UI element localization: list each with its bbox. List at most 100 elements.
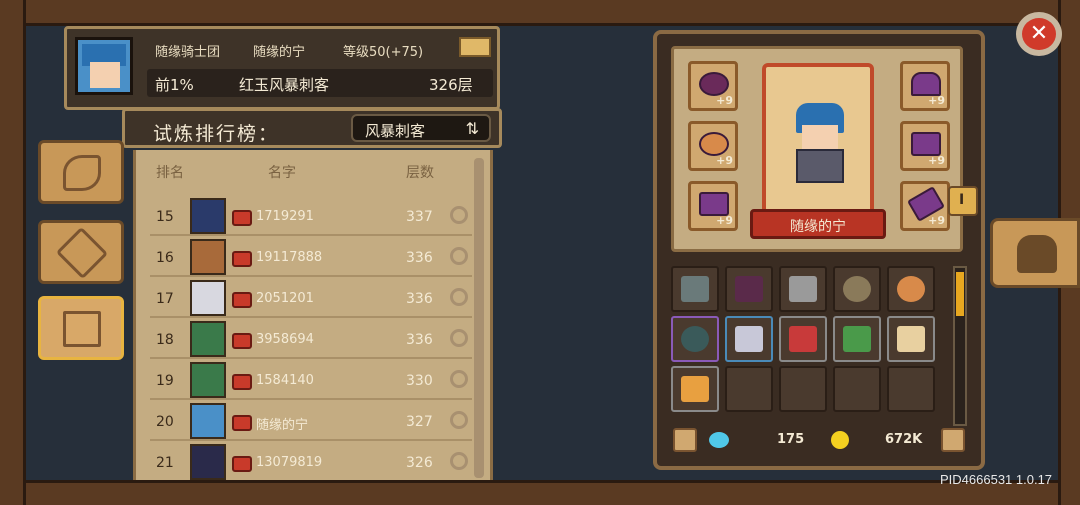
bag-slot-empty[interactable] (887, 366, 935, 412)
bag-slot[interactable] (887, 266, 935, 312)
bag-scrollbar[interactable] (953, 266, 967, 426)
equip-slot-ring[interactable]: +9 (688, 121, 738, 171)
row-floor: 327 (406, 414, 433, 430)
trophy-icon[interactable] (459, 37, 491, 57)
row-name: 13079819 (256, 455, 323, 470)
slot-bonus: +9 (928, 94, 945, 107)
ranking-title: 试炼排行榜： (153, 123, 280, 145)
magnifier-icon[interactable] (450, 329, 468, 347)
bag-slot[interactable] (671, 266, 719, 312)
player-floor: 326层 (429, 76, 473, 94)
gem-count: 175 (777, 432, 805, 447)
magnifier-icon[interactable] (450, 288, 468, 306)
row-name: 1584140 (256, 373, 314, 388)
player-level: 等级50(+75) (343, 45, 424, 60)
ranking-list[interactable]: 排名 名字 层数 15 1719291 337 16 19117888 336 … (133, 150, 493, 480)
orb-icon (681, 326, 709, 352)
slot-bonus: +9 (716, 154, 733, 167)
row-floor: 336 (406, 291, 433, 307)
equip-slot-weapon[interactable]: +9 (900, 181, 950, 231)
bag-slot[interactable] (779, 266, 827, 312)
equip-slot-hat[interactable]: +9 (900, 61, 950, 111)
row-name: 2051201 (256, 291, 314, 306)
player-card: 随缘骑士团 随缘的宁 等级50(+75) 前1% 红玉风暴刺客 326层 (64, 26, 500, 110)
gift-icon (232, 456, 252, 472)
table-row[interactable]: 15 1719291 337 (150, 196, 472, 236)
row-floor: 337 (406, 209, 433, 225)
table-row[interactable]: 16 19117888 336 (150, 237, 472, 277)
game-screen: 随缘骑士团 随缘的宁 等级50(+75) 前1% 红玉风暴刺客 326层 试炼排… (0, 0, 1080, 505)
row-name: 19117888 (256, 250, 323, 265)
equipment-set-tab[interactable]: I (948, 186, 978, 216)
bag-slot[interactable] (779, 316, 827, 362)
ring-icon (699, 132, 729, 156)
ring-icon (897, 276, 925, 302)
bag-slot[interactable] (671, 366, 719, 412)
row-rank: 18 (156, 332, 174, 348)
scroll-icon (735, 326, 763, 352)
swap-icon: ⇅ (465, 119, 479, 138)
player-title: 红玉风暴刺客 (239, 76, 330, 94)
row-floor: 326 (406, 455, 433, 471)
equip-slot-boots[interactable]: +9 (688, 181, 738, 231)
rank-percentile: 前1% (155, 76, 194, 94)
row-name: 1719291 (256, 209, 314, 224)
wood-frame-top (0, 0, 1080, 26)
row-avatar (190, 321, 226, 357)
equip-slot-armor[interactable]: +9 (900, 121, 950, 171)
bag-slot[interactable] (833, 316, 881, 362)
bag-slot[interactable] (833, 266, 881, 312)
table-row[interactable]: 18 3958694 336 (150, 319, 472, 359)
armor-icon (911, 132, 941, 156)
amulet-icon (843, 276, 871, 302)
wood-frame-left (0, 0, 26, 505)
helmet-tab-button[interactable] (990, 218, 1080, 288)
tab-leaf[interactable] (38, 140, 124, 204)
table-row[interactable]: 21 13079819 326 (150, 442, 472, 480)
class-filter-button[interactable]: 风暴刺客 ⇅ (351, 114, 491, 142)
bag-scroll-thumb[interactable] (956, 272, 964, 316)
bag-slot[interactable] (725, 316, 773, 362)
magnifier-icon[interactable] (450, 370, 468, 388)
grid-icon[interactable] (941, 428, 965, 452)
bag-slot-empty[interactable] (725, 366, 773, 412)
gear-item-icon (735, 276, 763, 302)
player-name: 随缘的宁 (253, 45, 306, 60)
row-avatar (190, 280, 226, 316)
magnifier-icon[interactable] (450, 247, 468, 265)
row-floor: 330 (406, 373, 433, 389)
hero-face (802, 125, 838, 149)
leaf-icon (63, 155, 101, 191)
lock-icon[interactable] (673, 428, 697, 452)
card-green-icon (843, 326, 871, 352)
slot-bonus: +9 (716, 94, 733, 107)
gift-icon (232, 415, 252, 431)
magnifier-icon[interactable] (450, 452, 468, 470)
row-floor: 336 (406, 332, 433, 348)
ranking-scrollbar[interactable] (474, 158, 484, 478)
bag-slot[interactable] (671, 316, 719, 362)
map-icon (897, 326, 925, 352)
table-row[interactable]: 20 随缘的宁 327 (150, 401, 472, 441)
table-row[interactable]: 19 1584140 330 (150, 360, 472, 400)
bag-item-icon (681, 376, 709, 402)
tab-podium[interactable] (38, 296, 124, 360)
boots-icon (699, 192, 729, 216)
bag-slot-empty[interactable] (833, 366, 881, 412)
row-floor: 336 (406, 250, 433, 266)
close-button[interactable]: ✕ (1016, 12, 1062, 56)
necklace-icon (699, 72, 729, 96)
hero-portrait (762, 63, 874, 215)
row-name: 3958694 (256, 332, 314, 347)
hat-icon (911, 72, 941, 96)
bag-slot[interactable] (887, 316, 935, 362)
magnifier-icon[interactable] (450, 206, 468, 224)
tab-diamond[interactable] (38, 220, 124, 284)
bag-slot-empty[interactable] (779, 366, 827, 412)
row-rank: 16 (156, 250, 174, 266)
magnifier-icon[interactable] (450, 411, 468, 429)
build-id: PID4666531 1.0.17 (940, 472, 1053, 487)
bag-slot[interactable] (725, 266, 773, 312)
equip-slot-necklace[interactable]: +9 (688, 61, 738, 111)
table-row[interactable]: 17 2051201 336 (150, 278, 472, 318)
